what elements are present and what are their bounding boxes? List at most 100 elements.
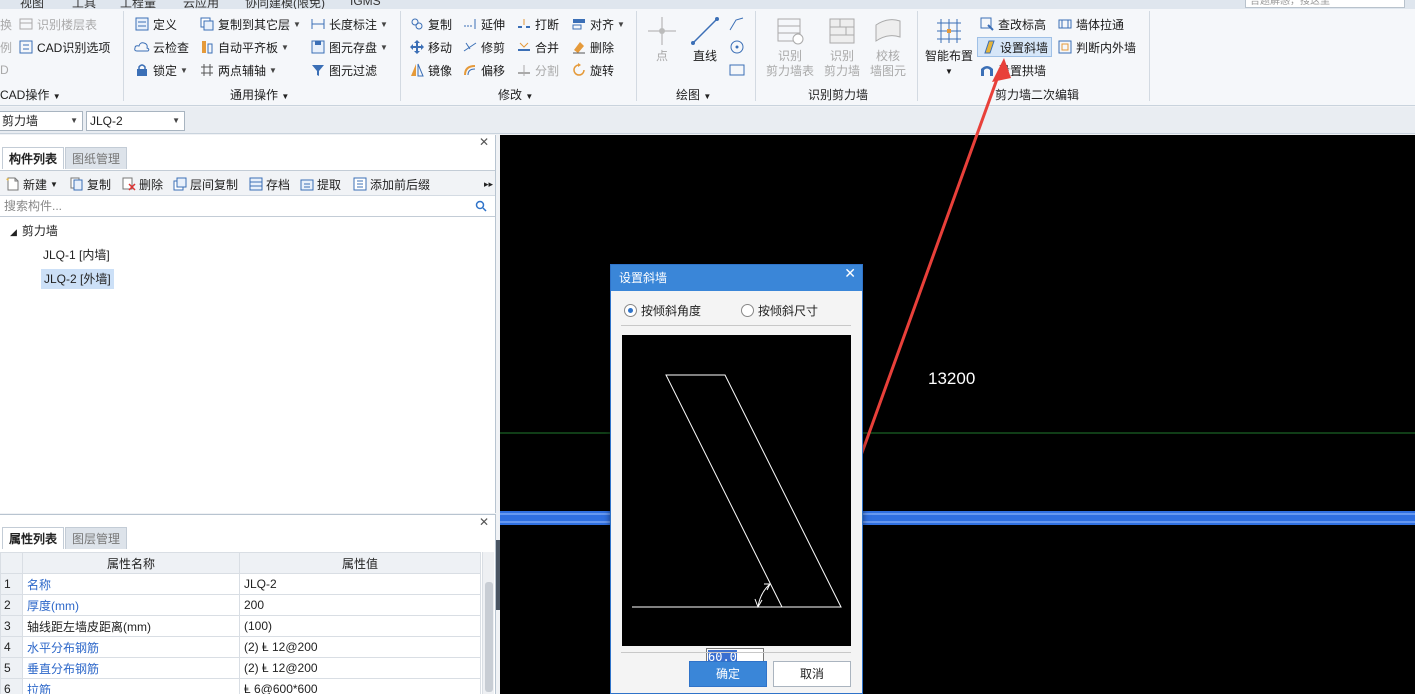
table-row[interactable]: 2 厚度(mm) 200 — [0, 594, 481, 616]
prop-value[interactable]: JLQ-2 — [239, 573, 481, 595]
menu-tools[interactable]: 工具 — [72, 0, 96, 9]
circle-icon[interactable] — [728, 38, 746, 56]
prop-value[interactable]: (100) — [239, 615, 481, 637]
lock-button[interactable]: 锁定 ▼ — [134, 60, 188, 80]
length-dimension-button[interactable]: 长度标注 ▼ — [310, 14, 388, 34]
group-label-modify[interactable]: 修改 ▼ — [498, 86, 533, 103]
cloud-check-button[interactable]: 云检查 — [134, 37, 189, 57]
tab-layer-management[interactable]: 图层管理 — [65, 527, 128, 549]
merge-button[interactable]: 合并 — [516, 37, 559, 57]
archive-button[interactable]: 存档 — [249, 175, 290, 193]
close-icon[interactable]: ✕ — [844, 265, 856, 282]
splitter-handle[interactable] — [496, 540, 500, 610]
component-search-input[interactable]: 搜索构件... — [0, 197, 495, 217]
split-button[interactable]: 分割 — [516, 60, 559, 80]
menu-igms[interactable]: IGMS — [350, 0, 381, 8]
offset-button[interactable]: 偏移 — [462, 60, 505, 80]
set-sloped-wall-button[interactable]: 设置斜墙 — [977, 37, 1053, 57]
tab-property-list[interactable]: 属性列表 — [2, 527, 65, 549]
check-wall-element-button[interactable]: 校核 墙图元 — [866, 15, 910, 79]
copy-button[interactable]: 复制 — [409, 14, 452, 34]
judge-inner-outer-wall-button[interactable]: 判断内外墙 — [1057, 37, 1136, 57]
menu-cloud[interactable]: 云应用 — [183, 0, 219, 9]
two-point-axis-button[interactable]: 两点辅轴 ▼ — [199, 60, 277, 80]
move-icon — [409, 39, 425, 55]
table-row[interactable]: 1 名称 JLQ-2 — [0, 573, 481, 595]
check-elevation-button[interactable]: 查改标高 — [979, 14, 1046, 34]
menu-view[interactable]: 视图 — [20, 0, 44, 9]
prop-value[interactable]: Ⱡ 6@600*600 — [239, 678, 481, 694]
table-row[interactable]: 3 轴线距左墙皮距离(mm) (100) — [0, 615, 481, 637]
prop-value[interactable]: (2) Ⱡ 12@200 — [239, 657, 481, 679]
archive-icon — [249, 177, 263, 191]
identify-shear-wall-button[interactable]: 识别 剪力墙 — [822, 15, 862, 79]
mirror-button[interactable]: 镜像 — [409, 60, 452, 80]
identify-floor-table-button[interactable]: 识别楼层表 — [18, 14, 97, 34]
menu-collab[interactable]: 协同建模(限免) — [245, 0, 325, 9]
menu-quantity[interactable]: 工程量 — [120, 0, 156, 9]
identify-shear-wall-table-button[interactable]: 识别 剪力墙表 — [764, 15, 816, 79]
draw-point-button[interactable]: 点 — [646, 15, 678, 64]
close-icon[interactable]: ✕ — [479, 135, 489, 149]
tree-item-selected[interactable]: JLQ-2 [外墙] — [41, 269, 114, 289]
close-icon[interactable]: ✕ — [479, 515, 489, 529]
help-search-input[interactable]: 告题解惑，搜这里 — [1245, 0, 1405, 8]
floor-copy-button[interactable]: 层间复制 — [173, 175, 238, 193]
copy-to-floor-button[interactable]: 复制到其它层 ▼ — [199, 14, 301, 34]
cad-options-button[interactable]: CAD识别选项 — [18, 37, 110, 57]
table-row[interactable]: 6 拉筋 Ⱡ 6@600*600 — [0, 678, 481, 694]
draw-line-button[interactable]: 直线 — [689, 15, 721, 64]
table-row[interactable]: 5 垂直分布钢筋 (2) Ⱡ 12@200 — [0, 657, 481, 679]
ok-button[interactable]: 确定 — [689, 661, 767, 687]
filter-element-button[interactable]: 图元过滤 — [310, 60, 377, 80]
rotate-button[interactable]: 旋转 — [571, 60, 614, 80]
set-arch-wall-button[interactable]: 设置拱墙 — [979, 60, 1046, 80]
tree-node-shear-wall[interactable]: ◢ 剪力墙 — [10, 221, 58, 241]
align-button[interactable]: 对齐 ▼ — [571, 14, 625, 34]
table-row[interactable]: 4 水平分布钢筋 (2) Ⱡ 12@200 — [0, 636, 481, 658]
search-icon[interactable] — [475, 200, 487, 212]
lock-icon — [134, 62, 150, 78]
group-label-draw[interactable]: 绘图 ▼ — [676, 86, 711, 103]
tab-component-list[interactable]: 构件列表 — [2, 147, 65, 169]
extend-button[interactable]: 延伸 — [462, 14, 505, 34]
scrollbar-thumb[interactable] — [485, 582, 493, 692]
toolbar-overflow-icon[interactable]: ▸▸ — [484, 175, 493, 193]
tree-item[interactable]: JLQ-1 [内墙] — [43, 245, 110, 265]
group-label-common[interactable]: 通用操作 ▼ — [230, 86, 289, 103]
partial-item-top[interactable]: 换 — [0, 14, 12, 34]
cancel-button[interactable]: 取消 — [773, 661, 851, 687]
radio-by-angle[interactable]: 按倾斜角度 — [624, 302, 701, 319]
move-button[interactable]: 移动 — [409, 37, 452, 57]
mirror-icon — [409, 62, 425, 78]
break-button[interactable]: 打断 — [516, 14, 559, 34]
wall-stretch-button[interactable]: 墙体拉通 — [1057, 14, 1124, 34]
new-component-button[interactable]: 新建 ▼ — [6, 175, 58, 193]
options-icon — [18, 39, 34, 55]
element-type-select[interactable]: 剪力墙 ▼ — [0, 111, 83, 131]
separator — [123, 11, 124, 101]
copy-icon — [409, 16, 425, 32]
prop-name: 垂直分布钢筋 — [22, 657, 240, 679]
delete-button[interactable]: 删除 — [571, 37, 614, 57]
element-name-select[interactable]: JLQ-2 ▼ — [86, 111, 185, 131]
delete-component-button[interactable]: 删除 — [122, 175, 163, 193]
rectangle-icon[interactable] — [728, 61, 746, 79]
vertical-scrollbar[interactable] — [482, 552, 494, 694]
add-prefix-suffix-button[interactable]: 添加前后缀 — [353, 175, 430, 193]
polyline-icon[interactable] — [728, 15, 746, 33]
radio-by-size[interactable]: 按倾斜尺寸 — [741, 302, 818, 319]
group-label-cad[interactable]: CAD操作 ▼ — [0, 86, 61, 103]
copy-component-button[interactable]: 复制 — [70, 175, 111, 193]
collapse-triangle-icon[interactable]: ◢ — [10, 227, 17, 237]
save-element-button[interactable]: 图元存盘 ▼ — [310, 37, 388, 57]
smart-layout-button[interactable]: 智能布置 ▼ — [923, 15, 975, 79]
prop-value[interactable]: (2) Ⱡ 12@200 — [239, 636, 481, 658]
auto-align-slab-button[interactable]: 自动平齐板 ▼ — [199, 37, 289, 57]
tab-drawing-management[interactable]: 图纸管理 — [65, 147, 128, 169]
define-button[interactable]: 定义 — [134, 14, 177, 34]
extract-button[interactable]: 提取 — [300, 175, 341, 193]
merge-icon — [516, 39, 532, 55]
trim-button[interactable]: 修剪 — [462, 37, 505, 57]
prop-value[interactable]: 200 — [239, 594, 481, 616]
